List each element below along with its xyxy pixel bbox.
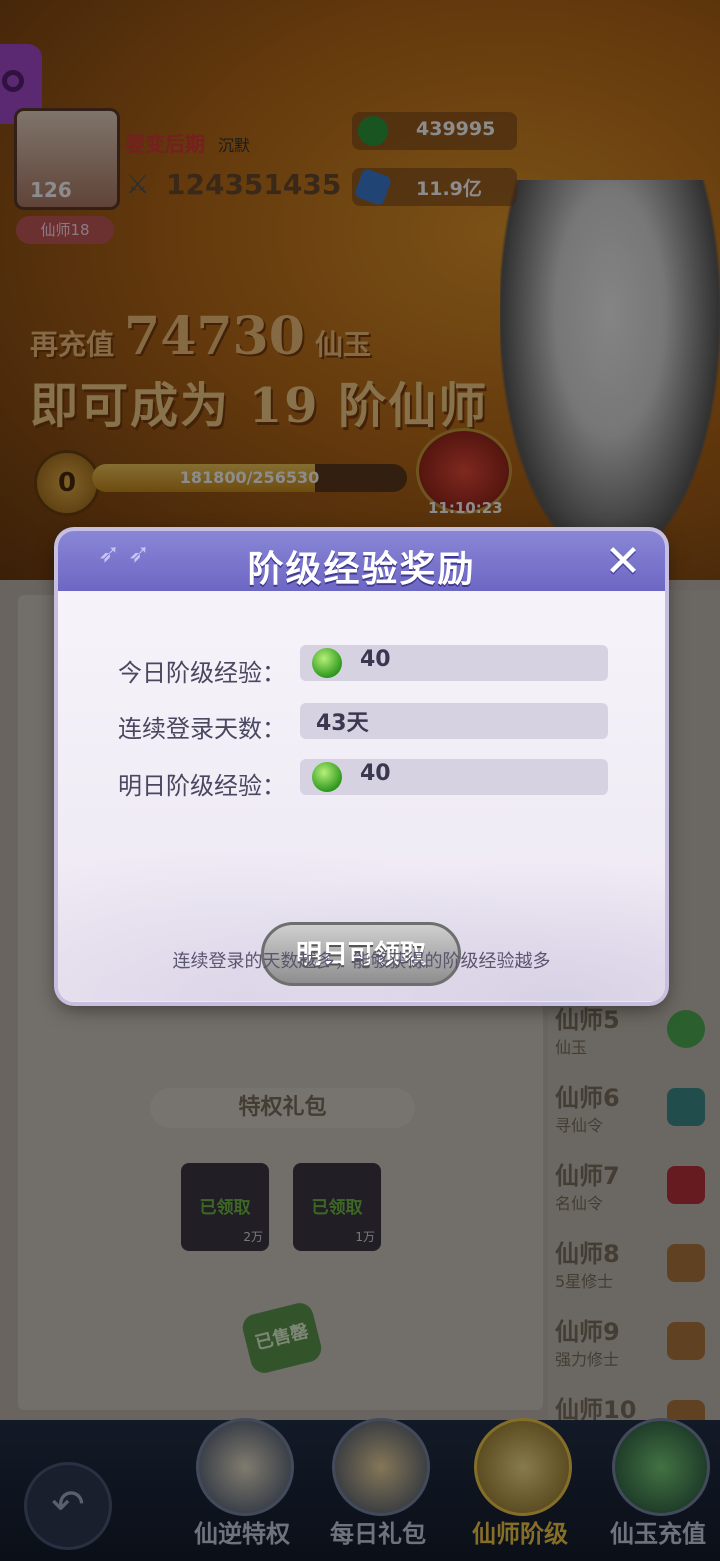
jade-gem-icon	[312, 762, 342, 792]
dialog-hint: 连续登录的天数越多，能够获得的阶级经验越多	[172, 951, 551, 972]
tier-exp-reward-dialog: ➶ ➶ 阶级经验奖励 今日阶级经验： 40 连续登录天数： 43天 明日阶级经验…	[58, 531, 665, 1002]
jade-gem-icon	[312, 648, 342, 678]
dialog-header: ➶ ➶ 阶级经验奖励	[58, 531, 665, 591]
close-icon[interactable]: ✕	[598, 540, 648, 588]
login-days-value: 43天	[316, 711, 369, 736]
today-exp-label: 今日阶级经验：	[118, 659, 286, 687]
login-days-field: 43天	[300, 703, 608, 739]
tomorrow-exp-label: 明日阶级经验：	[118, 772, 286, 800]
tomorrow-exp-value: 40	[360, 761, 391, 786]
today-exp-value: 40	[360, 647, 391, 672]
dialog-body: 今日阶级经验： 40 连续登录天数： 43天 明日阶级经验： 40 明日可领取	[58, 591, 665, 1002]
today-exp-field: 40	[300, 645, 608, 681]
login-days-label: 连续登录天数：	[118, 715, 286, 743]
dialog-title: 阶级经验奖励	[247, 549, 476, 590]
tomorrow-exp-field: 40	[300, 759, 608, 795]
